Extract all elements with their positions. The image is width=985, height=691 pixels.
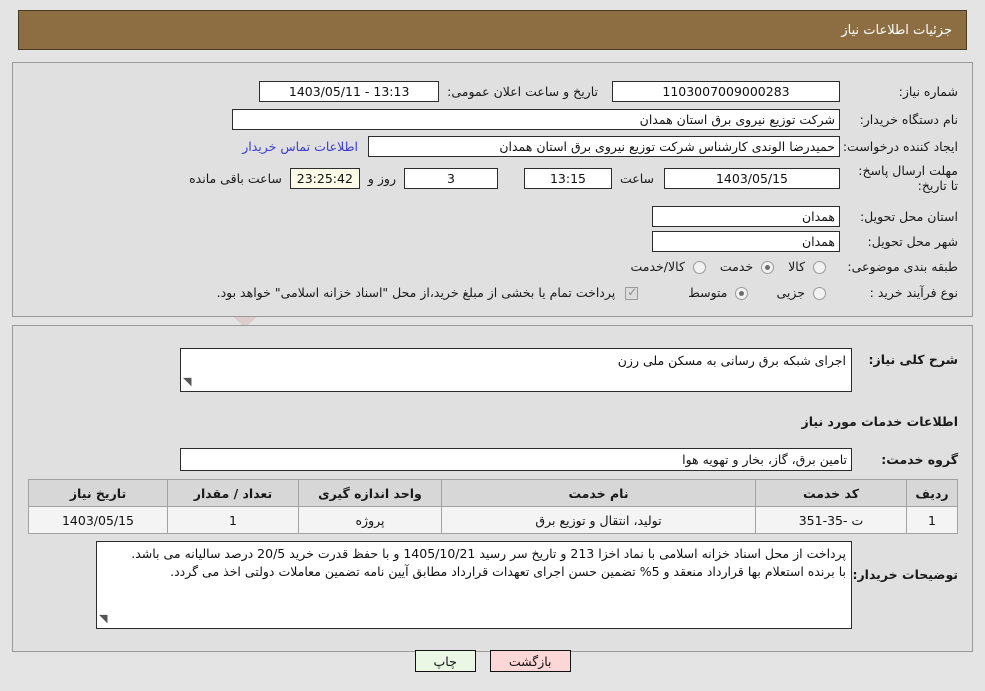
resize-grip-icon[interactable]: ◤ — [183, 373, 191, 391]
treasury-checkbox[interactable] — [625, 285, 639, 300]
category-option-0-label: کالا — [788, 259, 806, 274]
services-section-title-row: اطلاعات خدمات مورد نیاز — [802, 414, 959, 429]
table-header-row: ردیف کد خدمت نام خدمت واحد اندازه گیری ت… — [28, 479, 958, 507]
need-desc-text: اجرای شبکه برق رسانی به مسکن ملی رزن — [617, 353, 846, 368]
requester-value: حمیدرضا الوندی کارشناس شرکت توزیع نیروی … — [368, 136, 840, 157]
days-unit-label: روز و — [367, 170, 396, 186]
buyer-notes-label: توضیحات خریدار: — [852, 567, 958, 582]
deadline-date-value: 1403/05/15 — [664, 167, 840, 189]
hour-label: ساعت — [619, 170, 654, 186]
cell-unit: پروژه — [298, 506, 442, 534]
process-option-1[interactable]: متوسط — [674, 285, 749, 300]
deadline-row: مهلت ارسال پاسخ: تا تاریخ: 1403/05/15 سا… — [189, 163, 958, 193]
th-unit: واحد اندازه گیری — [298, 479, 442, 507]
th-quantity: تعداد / مقدار — [167, 479, 299, 507]
details-panel: شرح کلی نیاز: اجرای شبکه برق رسانی به مس… — [12, 325, 973, 652]
city-row: شهر محل تحویل: همدان — [652, 231, 958, 252]
category-label: طبقه بندی موضوعی: — [847, 259, 958, 274]
need-number-value: 1103007009000283 — [612, 81, 840, 102]
buyer-notes-line-1: با برنده استعلام بها قرارداد منعقد و 5% … — [170, 564, 846, 579]
buyer-contact-link[interactable]: اطلاعات تماس خریدار — [242, 139, 358, 154]
notes-resize-grip-icon[interactable]: ◤ — [99, 610, 107, 628]
buyer-notes-line-0: پرداخت از محل اسناد خزانه اسلامی با نماد… — [131, 546, 846, 561]
need-info-panel: شماره نیاز: 1103007009000283 تاریخ و ساع… — [12, 62, 973, 317]
process-option-1-label: متوسط — [688, 285, 728, 300]
action-buttons: بازگشت چاپ — [0, 650, 985, 672]
treasury-checkbox-wrap[interactable] — [625, 285, 639, 300]
category-radio-kala[interactable] — [813, 261, 826, 274]
process-option-0-label: جزیی — [776, 285, 806, 300]
page-root: جزئیات اطلاعات نیاز AriaTender.ir شماره … — [0, 0, 985, 691]
requester-label: ایجاد کننده درخواست: — [842, 139, 958, 154]
category-option-0[interactable]: کالا — [774, 259, 826, 274]
countdown-value: 23:25:42 — [289, 167, 360, 189]
page-header: جزئیات اطلاعات نیاز — [18, 10, 967, 50]
th-index: ردیف — [906, 479, 958, 507]
need-desc-label: شرح کلی نیاز: — [868, 352, 958, 367]
process-radio-motavaset[interactable] — [735, 287, 749, 300]
province-value: همدان — [652, 206, 840, 227]
need-desc-row: شرح کلی نیاز: اجرای شبکه برق رسانی به مس… — [180, 348, 958, 392]
category-option-1[interactable]: خدمت — [706, 259, 775, 274]
print-button[interactable]: چاپ — [414, 650, 476, 672]
cell-need-date: 1403/05/15 — [28, 506, 168, 534]
requester-row: ایجاد کننده درخواست: حمیدرضا الوندی کارش… — [242, 136, 958, 157]
category-option-1-label: خدمت — [719, 259, 754, 274]
cell-index: 1 — [906, 506, 958, 534]
city-value: همدان — [652, 231, 840, 252]
page-title: جزئیات اطلاعات نیاز — [841, 22, 952, 38]
category-radio-kala-khedmat[interactable] — [692, 261, 706, 274]
process-option-0[interactable]: جزیی — [762, 285, 826, 300]
category-radio-khedmat[interactable] — [761, 261, 775, 274]
need-number-row: شماره نیاز: 1103007009000283 — [612, 81, 958, 102]
th-service-code: کد خدمت — [755, 479, 907, 507]
buyer-notes-value[interactable]: پرداخت از محل اسناد خزانه اسلامی با نماد… — [96, 541, 852, 629]
category-option-2[interactable]: کالا/خدمت — [617, 259, 706, 274]
service-group-value: تامین برق، گاز، بخار و تهویه هوا — [180, 448, 852, 471]
category-option-2-label: کالا/خدمت — [630, 259, 685, 274]
cell-service-name: تولید، انتقال و توزیع برق — [441, 506, 756, 534]
category-row: طبقه بندی موضوعی: کالا خدمت کالا/خدمت — [617, 259, 958, 274]
back-button[interactable]: بازگشت — [489, 650, 571, 672]
process-label: نوع فرآیند خرید : — [869, 285, 958, 300]
cell-service-code: ت -35-351 — [755, 506, 907, 534]
th-need-date: تاریخ نیاز — [28, 479, 168, 507]
process-radio-jozei[interactable] — [813, 287, 826, 300]
services-section-title: اطلاعات خدمات مورد نیاز — [801, 414, 959, 429]
city-label: شهر محل تحویل: — [867, 234, 958, 249]
province-label: استان محل تحویل: — [859, 209, 958, 224]
th-service-name: نام خدمت — [441, 479, 756, 507]
need-number-label: شماره نیاز: — [898, 84, 958, 99]
table-row[interactable]: 1 ت -35-351 تولید، انتقال و توزیع برق پر… — [28, 506, 958, 534]
announce-datetime-value: 1403/05/11 - 13:13 — [259, 81, 440, 102]
services-table: ردیف کد خدمت نام خدمت واحد اندازه گیری ت… — [28, 479, 958, 534]
announce-datetime-row: تاریخ و ساعت اعلان عمومی: 1403/05/11 - 1… — [259, 81, 598, 102]
treasury-note: پرداخت تمام یا بخشی از مبلغ خرید،از محل … — [216, 285, 616, 300]
days-remaining-value: 3 — [403, 167, 498, 189]
service-group-label: گروه خدمت: — [881, 452, 958, 467]
process-row: نوع فرآیند خرید : جزیی متوسط پرداخت تمام… — [217, 285, 958, 300]
buyer-org-row: نام دستگاه خریدار: شرکت توزیع نیروی برق … — [232, 109, 958, 130]
countdown-unit-label: ساعت باقی مانده — [189, 170, 282, 186]
province-row: استان محل تحویل: همدان — [652, 206, 958, 227]
announce-datetime-label: تاریخ و ساعت اعلان عمومی: — [447, 84, 598, 99]
buyer-org-label: نام دستگاه خریدار: — [859, 112, 958, 127]
buyer-notes-row: توضیحات خریدار: پرداخت از محل اسناد خزان… — [96, 541, 958, 629]
buyer-org-value: شرکت توزیع نیروی برق استان همدان — [232, 109, 840, 130]
deadline-label: مهلت ارسال پاسخ: تا تاریخ: — [858, 163, 958, 193]
deadline-time-value: 13:15 — [523, 167, 612, 189]
service-group-row: گروه خدمت: تامین برق، گاز، بخار و تهویه … — [180, 448, 958, 471]
cell-quantity: 1 — [167, 506, 299, 534]
need-desc-value[interactable]: اجرای شبکه برق رسانی به مسکن ملی رزن ◤ — [180, 348, 852, 392]
